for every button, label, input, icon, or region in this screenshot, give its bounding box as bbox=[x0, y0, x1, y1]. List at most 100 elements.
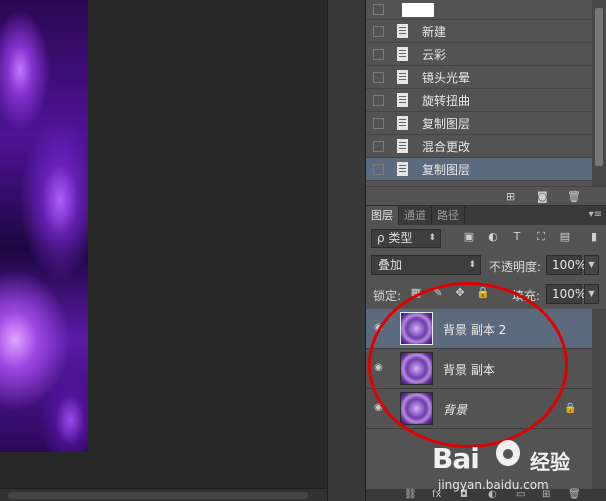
canvas-image[interactable] bbox=[0, 0, 88, 452]
blend-mode-value: 叠加 bbox=[378, 258, 403, 272]
history-scrollbar[interactable] bbox=[592, 0, 606, 186]
tab-channels[interactable]: 通道 bbox=[399, 206, 432, 225]
history-source-checkbox[interactable] bbox=[373, 117, 384, 129]
new-layer-icon[interactable]: ⊞ bbox=[542, 489, 550, 500]
tab-paths[interactable]: 路径 bbox=[432, 206, 465, 225]
document-icon bbox=[397, 70, 408, 84]
history-snapshot-row[interactable] bbox=[366, 0, 592, 20]
canvas-horizontal-scrollbar[interactable] bbox=[0, 488, 327, 501]
layer-list: ◉ 背景 副本 2 ◉ 背景 副本 ◉ 背景 🔒 bbox=[366, 309, 592, 429]
blend-mode-select[interactable]: 叠加 ⬍ bbox=[371, 255, 481, 275]
history-item-selected[interactable]: 复制图层 bbox=[366, 158, 592, 181]
history-footer: ⊞ ◙ 🗑 bbox=[366, 186, 606, 205]
fill-input[interactable]: 100% bbox=[546, 284, 586, 304]
document-icon bbox=[397, 47, 408, 61]
history-source-checkbox[interactable] bbox=[373, 163, 384, 175]
lock-label: 锁定: bbox=[373, 289, 402, 303]
trash-icon[interactable]: 🗑 bbox=[567, 190, 581, 203]
layer-thumbnail[interactable] bbox=[400, 352, 433, 385]
document-icon bbox=[397, 116, 408, 130]
document-icon bbox=[397, 162, 408, 176]
scrollbar-thumb[interactable] bbox=[595, 8, 603, 166]
filter-toggle-icon[interactable]: ▮ bbox=[588, 231, 600, 243]
link-layers-icon[interactable]: ⛓ bbox=[404, 489, 417, 500]
history-source-checkbox[interactable] bbox=[373, 48, 384, 60]
new-group-icon[interactable]: ▭ bbox=[516, 489, 525, 500]
blend-row: 叠加 ⬍ 不透明度: 100% ▼ bbox=[366, 254, 606, 276]
camera-snapshot-icon[interactable]: ◙ bbox=[537, 190, 548, 203]
layers-footer: ⛓ fx ◘ ◐ ▭ ⊞ 🗑 bbox=[366, 489, 606, 501]
layer-thumbnail[interactable] bbox=[400, 392, 433, 425]
history-item-label: 复制图层 bbox=[422, 162, 471, 177]
history-source-checkbox[interactable] bbox=[373, 25, 384, 37]
lock-icon: 🔒 bbox=[564, 403, 577, 414]
smart-object-filter-icon[interactable]: ▤ bbox=[559, 231, 571, 243]
panel-menu-icon[interactable]: ▾≡ bbox=[589, 209, 602, 220]
fill-dropdown[interactable]: ▼ bbox=[584, 284, 599, 304]
lock-transparent-pixels-icon[interactable]: ▦ bbox=[410, 287, 422, 299]
updown-arrows-icon: ⬍ bbox=[468, 260, 476, 270]
adjustment-filter-icon[interactable]: ◐ bbox=[487, 231, 499, 243]
type-filter-icon[interactable]: T bbox=[511, 231, 523, 243]
history-item-label: 云彩 bbox=[422, 47, 447, 62]
layer-name[interactable]: 背景 副本 2 bbox=[443, 321, 506, 338]
opacity-dropdown[interactable]: ▼ bbox=[584, 255, 599, 275]
history-panel: 新建 云彩 镜头光晕 旋转扭曲 复制图层 混合更改 复制图层 ⊞ ◙ 🗑 bbox=[366, 0, 606, 205]
document-icon bbox=[397, 24, 408, 38]
lock-all-icon[interactable]: 🔒 bbox=[476, 287, 490, 299]
canvas-area[interactable] bbox=[0, 0, 327, 501]
fx-icon[interactable]: fx bbox=[432, 489, 441, 500]
updown-arrows-icon: ⬍ bbox=[428, 233, 436, 243]
history-item-label: 混合更改 bbox=[422, 139, 471, 154]
history-item[interactable]: 新建 bbox=[366, 20, 592, 43]
add-mask-icon[interactable]: ◘ bbox=[460, 489, 468, 500]
history-item-label: 复制图层 bbox=[422, 116, 471, 131]
lock-image-pixels-icon[interactable]: ✎ bbox=[432, 287, 444, 299]
eye-icon[interactable]: ◉ bbox=[374, 323, 388, 333]
opacity-label: 不透明度: bbox=[489, 260, 542, 274]
layer-filter-row: ρ 类型 ⬍ ▣ ◐ T ⛶ ▤ ▮ bbox=[366, 227, 606, 249]
layers-tabbar: 图层 通道 路径 ▾≡ bbox=[366, 206, 606, 225]
history-item-label: 镜头光晕 bbox=[422, 70, 471, 85]
history-source-checkbox[interactable] bbox=[373, 71, 384, 83]
adjustment-layer-icon[interactable]: ◐ bbox=[488, 489, 497, 500]
lock-row: 锁定: ▦ ✎ ✥ 🔒 填充: 100% ▼ bbox=[366, 283, 606, 305]
eye-icon[interactable]: ◉ bbox=[374, 403, 388, 413]
history-item[interactable]: 旋转扭曲 bbox=[366, 89, 592, 112]
layer-name[interactable]: 背景 bbox=[443, 401, 467, 418]
history-source-checkbox[interactable] bbox=[373, 140, 384, 152]
layers-panel: 图层 通道 路径 ▾≡ ρ 类型 ⬍ ▣ ◐ T ⛶ ▤ ▮ 叠加 ⬍ 不透明度… bbox=[366, 205, 606, 501]
eye-icon[interactable]: ◉ bbox=[374, 363, 388, 373]
opacity-input[interactable]: 100% bbox=[546, 255, 586, 275]
tab-layers[interactable]: 图层 bbox=[366, 206, 399, 225]
lock-position-icon[interactable]: ✥ bbox=[454, 287, 466, 299]
history-item-label: 新建 bbox=[422, 24, 447, 39]
new-document-from-state-icon[interactable]: ⊞ bbox=[506, 190, 515, 203]
layer-filter-select[interactable]: ρ 类型 ⬍ bbox=[371, 229, 441, 248]
layers-scrollbar[interactable] bbox=[592, 309, 606, 489]
history-list: 新建 云彩 镜头光晕 旋转扭曲 复制图层 混合更改 复制图层 bbox=[366, 0, 592, 181]
layer-row[interactable]: ◉ 背景 副本 bbox=[366, 349, 592, 389]
pixel-filter-icon[interactable]: ▣ bbox=[463, 231, 475, 243]
trash-icon[interactable]: 🗑 bbox=[568, 489, 581, 500]
fill-label: 填充: bbox=[512, 289, 541, 303]
history-item[interactable]: 混合更改 bbox=[366, 135, 592, 158]
document-icon bbox=[397, 93, 408, 107]
scrollbar-thumb[interactable] bbox=[8, 492, 308, 499]
document-icon bbox=[397, 139, 408, 153]
snapshot-thumbnail bbox=[402, 2, 434, 17]
history-source-checkbox[interactable] bbox=[373, 94, 384, 106]
layer-row-selected[interactable]: ◉ 背景 副本 2 bbox=[366, 309, 592, 349]
layer-name[interactable]: 背景 副本 bbox=[443, 361, 495, 378]
history-item-label: 旋转扭曲 bbox=[422, 93, 471, 108]
history-source-checkbox[interactable] bbox=[373, 4, 384, 15]
filter-kind-label: ρ 类型 bbox=[377, 231, 413, 245]
history-item[interactable]: 镜头光晕 bbox=[366, 66, 592, 89]
shape-filter-icon[interactable]: ⛶ bbox=[535, 231, 547, 243]
history-item[interactable]: 复制图层 bbox=[366, 112, 592, 135]
history-item[interactable]: 云彩 bbox=[366, 43, 592, 66]
right-panels: 新建 云彩 镜头光晕 旋转扭曲 复制图层 混合更改 复制图层 ⊞ ◙ 🗑 图层 … bbox=[366, 0, 606, 501]
panel-dock-strip bbox=[327, 0, 366, 501]
layer-row[interactable]: ◉ 背景 🔒 bbox=[366, 389, 592, 429]
layer-thumbnail[interactable] bbox=[400, 312, 433, 345]
